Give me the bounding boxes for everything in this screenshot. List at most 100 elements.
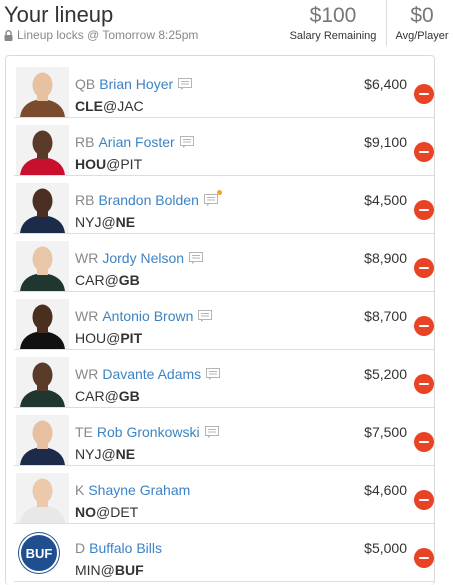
player-matchup: CAR@GB [75, 388, 140, 404]
player-position: TE [75, 424, 93, 440]
player-matchup: CAR@GB [75, 272, 140, 288]
player-position: RB [75, 192, 95, 208]
remove-player-button[interactable] [414, 258, 434, 278]
home-team: NE [115, 446, 136, 462]
note-icon[interactable] [203, 190, 222, 206]
player-position: D [75, 540, 86, 556]
remove-player-button[interactable] [414, 84, 434, 104]
team-logo-text: BUF [25, 546, 53, 561]
player-row[interactable]: RB Brandon Bolden NYJ@NE $4,500 [14, 176, 434, 234]
player-photo [16, 241, 69, 291]
home-team: GB [118, 272, 140, 288]
page-title: Your lineup [4, 2, 114, 27]
player-position: K [75, 482, 85, 498]
avg-per-player-value: $0 [410, 4, 434, 27]
away-team: CLE [75, 98, 103, 114]
home-team: DET [110, 504, 139, 520]
home-team: BUF [114, 562, 144, 578]
avg-per-player-label: Avg/Player [395, 30, 449, 42]
player-matchup: NO@DET [75, 504, 139, 520]
remove-player-button[interactable] [414, 374, 434, 394]
player-photo [16, 473, 69, 523]
note-icon[interactable] [206, 368, 221, 380]
away-team: HOU [75, 330, 107, 346]
note-alert-dot [216, 190, 222, 195]
player-name-link[interactable]: Jordy Nelson [102, 250, 184, 266]
player-name-line: WR Antonio Brown [75, 308, 213, 324]
remove-player-button[interactable] [414, 490, 434, 510]
player-name-line: WR Jordy Nelson [75, 250, 204, 266]
home-team: JAC [117, 98, 144, 114]
player-row[interactable]: QB Brian Hoyer CLE@JAC $6,400 [14, 60, 434, 118]
note-icon[interactable] [178, 78, 193, 90]
player-row[interactable]: K Shayne Graham NO@DET $4,600 [14, 466, 434, 524]
header-divider [386, 0, 387, 46]
note-icon[interactable] [204, 426, 219, 438]
player-name-line: TE Rob Gronkowski [75, 424, 219, 440]
player-row[interactable]: WR Antonio Brown HOU@PIT $8,700 [14, 292, 434, 350]
player-photo [16, 183, 69, 233]
remove-player-button[interactable] [414, 432, 434, 452]
home-team: PIT [120, 330, 143, 346]
note-icon[interactable] [198, 310, 213, 322]
home-team: PIT [120, 156, 143, 172]
player-photo [16, 67, 69, 117]
lock-text: Lineup locks @ Tomorrow 8:25pm [17, 28, 199, 42]
player-position: WR [75, 366, 99, 382]
remove-player-button[interactable] [414, 142, 434, 162]
player-salary: $7,500 [364, 424, 407, 440]
player-salary: $8,700 [364, 308, 407, 324]
player-salary: $4,600 [364, 482, 407, 498]
player-name-link[interactable]: Shayne Graham [88, 482, 190, 498]
player-salary: $9,100 [364, 134, 407, 150]
remove-player-button[interactable] [414, 200, 434, 220]
player-name-link[interactable]: Brian Hoyer [99, 76, 173, 92]
away-team: CAR [75, 272, 105, 288]
player-matchup: NYJ@NE [75, 446, 136, 462]
player-photo [16, 415, 69, 465]
note-icon[interactable] [189, 252, 204, 264]
player-row[interactable]: TE Rob Gronkowski NYJ@NE $7,500 [14, 408, 434, 466]
player-name-link[interactable]: Davante Adams [102, 366, 201, 382]
team-logo-icon: BUF [19, 533, 59, 573]
away-team: NO [75, 504, 96, 520]
player-row[interactable]: WR Davante Adams CAR@GB $5,200 [14, 350, 434, 408]
player-name-link[interactable]: Brandon Bolden [98, 192, 198, 208]
remove-player-button[interactable] [414, 548, 434, 568]
player-name-link[interactable]: Buffalo Bills [89, 540, 162, 556]
player-position: QB [75, 76, 96, 92]
player-salary: $5,000 [364, 540, 407, 556]
player-position: WR [75, 308, 99, 324]
away-team: MIN [75, 562, 101, 578]
player-photo [16, 125, 69, 175]
player-matchup: HOU@PIT [75, 330, 143, 346]
away-team: CAR [75, 388, 105, 404]
avg-per-player: $0 Avg/Player [392, 4, 452, 43]
player-name-line: QB Brian Hoyer [75, 76, 193, 92]
away-team: NYJ [75, 214, 102, 230]
player-row[interactable]: WR Jordy Nelson CAR@GB $8,900 [14, 234, 434, 292]
player-name-line: RB Arian Foster [75, 134, 194, 150]
player-name-link[interactable]: Antonio Brown [102, 308, 193, 324]
home-team: GB [118, 388, 140, 404]
player-name-line: K Shayne Graham [75, 482, 190, 498]
remove-player-button[interactable] [414, 316, 434, 336]
salary-remaining: $100 Salary Remaining [285, 4, 381, 43]
player-matchup: MIN@BUF [75, 562, 144, 578]
player-position: WR [75, 250, 99, 266]
player-matchup: HOU@PIT [75, 156, 143, 172]
player-salary: $8,900 [364, 250, 407, 266]
player-row[interactable]: RB Arian Foster HOU@PIT $9,100 [14, 118, 434, 176]
player-name-line: D Buffalo Bills [75, 540, 162, 556]
away-team: NYJ [75, 446, 102, 462]
player-name-link[interactable]: Arian Foster [98, 134, 174, 150]
lock-icon [4, 29, 13, 41]
player-name-line: RB Brandon Bolden [75, 190, 222, 208]
player-name-line: WR Davante Adams [75, 366, 221, 382]
away-team: HOU [75, 156, 107, 172]
player-matchup: NYJ@NE [75, 214, 136, 230]
player-photo [16, 357, 69, 407]
player-name-link[interactable]: Rob Gronkowski [97, 424, 200, 440]
note-icon[interactable] [179, 136, 194, 148]
player-row[interactable]: BUF D Buffalo Bills MIN@BUF $5,000 [14, 524, 434, 582]
